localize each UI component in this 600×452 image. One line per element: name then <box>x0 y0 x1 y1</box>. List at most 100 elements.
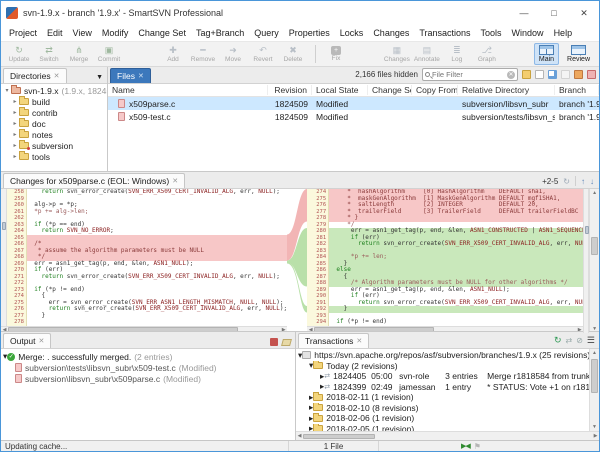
view-main-button[interactable]: Main <box>534 43 559 65</box>
commit-button[interactable]: ▣Commit <box>95 46 123 63</box>
delete-button[interactable]: ✖Delete <box>279 46 307 63</box>
list-item[interactable]: subversion\tests\libsvn_subr\x509-test.c… <box>1 362 295 373</box>
menu-item-change-set[interactable]: Change Set <box>133 27 191 39</box>
tab-output[interactable]: Output ✕ <box>3 333 51 348</box>
tab-close-icon[interactable]: ✕ <box>39 337 45 345</box>
sidebar-item-tools[interactable]: ▸tools <box>1 151 107 162</box>
chevron-right-icon[interactable]: ▸ <box>11 98 19 105</box>
tab-close-icon[interactable]: ✕ <box>356 337 362 345</box>
sidebar-item-contrib[interactable]: ▸contrib <box>1 107 107 118</box>
tab-close-icon[interactable]: ✕ <box>172 177 178 185</box>
tab-changes[interactable]: Changes for x509parse.c (EOL: Windows) ✕ <box>3 173 185 188</box>
sidebar-item-subversion[interactable]: ▸subversion <box>1 140 107 151</box>
list-item[interactable]: ▾https://svn.apache.org/repos/asf/subver… <box>296 350 589 361</box>
move-button[interactable]: ➜Move <box>219 46 247 63</box>
sidebar-item-build[interactable]: ▸ build <box>1 96 107 107</box>
toggle-ignored-files-icon[interactable] <box>561 70 570 79</box>
maximize-button[interactable]: □ <box>539 1 569 25</box>
diff-vscrollbar[interactable]: ▲ ▼ <box>589 189 599 333</box>
file-filter-input[interactable] <box>432 70 505 79</box>
toggle-directories-icon[interactable] <box>522 70 531 79</box>
menu-item-edit[interactable]: Edit <box>42 27 68 39</box>
column-header-cpf[interactable]: Copy From <box>412 85 458 95</box>
annotate-button[interactable]: ▤Annotate <box>413 46 441 63</box>
list-item[interactable]: ▾✓Merge: . successfully merged.(2 entrie… <box>1 351 295 362</box>
stop-icon[interactable] <box>270 338 278 346</box>
directory-label: build <box>32 97 50 107</box>
revision-row[interactable]: ▸⇄182439902:49jamessan1 entry* STATUS: V… <box>296 382 589 393</box>
revision-row[interactable]: ▸⇄182440505:00svn-role3 entriesMerge r18… <box>296 371 589 382</box>
tab-close-icon[interactable]: ✕ <box>138 72 144 80</box>
column-header-rel[interactable]: Relative Directory <box>458 85 555 95</box>
menu-item-project[interactable]: Project <box>4 27 42 39</box>
switch-button[interactable]: ⇄Switch <box>35 46 63 63</box>
list-item[interactable]: ▾Today (2 revisions) <box>296 361 589 372</box>
menu-item-help[interactable]: Help <box>549 27 578 39</box>
mark-read-icon[interactable]: ⇄ <box>566 336 573 345</box>
toggle-conflict-files-icon[interactable] <box>587 70 596 79</box>
tab-transactions[interactable]: Transactions ✕ <box>298 333 369 348</box>
toggle-modified-dirs-icon[interactable] <box>574 70 583 79</box>
column-header-chs[interactable]: Change Set <box>368 85 412 95</box>
column-header-loc[interactable]: Local State <box>312 85 368 95</box>
next-change-icon[interactable]: ↓ <box>590 177 594 186</box>
sidebar-item-svn-1-9-x[interactable]: ▾svn-1.9.x(1.9.x, 1824509) <box>1 85 107 96</box>
clear-filter-icon[interactable]: ✕ <box>507 71 515 79</box>
list-item[interactable]: ▸2018-02-06 (1 revision) <box>296 413 589 424</box>
clear-output-icon[interactable] <box>281 339 292 346</box>
menu-item-transactions[interactable]: Transactions <box>414 27 475 39</box>
menu-item-tools[interactable]: Tools <box>476 27 507 39</box>
previous-change-icon[interactable]: ↑ <box>581 177 585 186</box>
menu-item-tag-branch[interactable]: Tag+Branch <box>191 27 249 39</box>
refresh-icon[interactable]: ↻ <box>563 177 570 186</box>
sidebar-item-doc[interactable]: ▸doc <box>1 118 107 129</box>
list-item[interactable]: ▸2018-02-10 (8 revisions) <box>296 403 589 414</box>
directories-menu-icon[interactable]: ▼ <box>96 74 107 83</box>
column-header-rev[interactable]: Revision <box>268 85 312 95</box>
chevron-right-icon[interactable]: ▸ <box>11 153 19 160</box>
log-button[interactable]: ≣Log <box>443 46 471 63</box>
transactions-hscrollbar[interactable]: ◀▶ <box>296 431 599 440</box>
refresh-transactions-icon[interactable]: ↻ <box>554 335 562 346</box>
add-button[interactable]: ✚Add <box>159 46 187 63</box>
toggle-unchanged-files-icon[interactable] <box>535 70 544 79</box>
tab-files[interactable]: Files ✕ <box>110 68 151 83</box>
menu-item-window[interactable]: Window <box>507 27 549 39</box>
chevron-right-icon[interactable]: ▸ <box>11 131 19 138</box>
remove-button[interactable]: ━Remove <box>189 46 217 63</box>
list-item[interactable]: ▸2018-02-05 (1 revision) <box>296 424 589 432</box>
close-button[interactable]: ✕ <box>569 1 599 25</box>
fix-button[interactable]: + Fix <box>322 46 350 62</box>
merge-button[interactable]: ⋔Merge <box>65 46 93 63</box>
menu-item-properties[interactable]: Properties <box>284 27 335 39</box>
revert-button[interactable]: ↶Revert <box>249 46 277 63</box>
view-review-button[interactable]: Review <box>562 43 595 65</box>
toggle-changed-files-icon[interactable] <box>548 70 557 79</box>
menu-item-locks[interactable]: Locks <box>335 27 369 39</box>
changes-button[interactable]: ▦Changes <box>383 46 411 63</box>
transactions-vscrollbar[interactable]: ▲ ▼ <box>589 349 599 431</box>
table-row[interactable]: x509parse.c1824509Modifiedsubversion/lib… <box>108 97 599 110</box>
chevron-right-icon[interactable]: ▸ <box>11 109 19 116</box>
menu-item-changes[interactable]: Changes <box>368 27 414 39</box>
sidebar-item-notes[interactable]: ▸notes <box>1 129 107 140</box>
filter-transactions-icon[interactable]: ⊘ <box>576 336 583 345</box>
column-header-brn[interactable]: Branch <box>555 85 599 95</box>
minimize-button[interactable]: — <box>509 1 539 25</box>
menu-item-modify[interactable]: Modify <box>97 27 134 39</box>
chevron-right-icon[interactable]: ▸ <box>11 142 19 149</box>
chevron-right-icon[interactable]: ▸ <box>11 120 19 127</box>
transactions-menu-icon[interactable]: ☰ <box>587 335 595 346</box>
menu-item-view[interactable]: View <box>68 27 97 39</box>
table-row[interactable]: x509-test.c1824509Modifiedsubversion/tes… <box>108 110 599 123</box>
column-header-name[interactable]: Name <box>108 85 268 95</box>
chevron-down-icon[interactable]: ▾ <box>3 87 11 94</box>
file-name: x509parse.c <box>129 99 175 109</box>
tab-directories[interactable]: Directories ✕ <box>3 68 67 83</box>
list-item[interactable]: ▸2018-02-11 (1 revision) <box>296 392 589 403</box>
menu-item-query[interactable]: Query <box>249 27 284 39</box>
tab-close-icon[interactable]: ✕ <box>54 72 60 80</box>
list-item[interactable]: subversion\libsvn_subr\x509parse.c(Modif… <box>1 373 295 384</box>
update-button[interactable]: ↻Update <box>5 46 33 63</box>
graph-button[interactable]: ⎇Graph <box>473 46 501 63</box>
